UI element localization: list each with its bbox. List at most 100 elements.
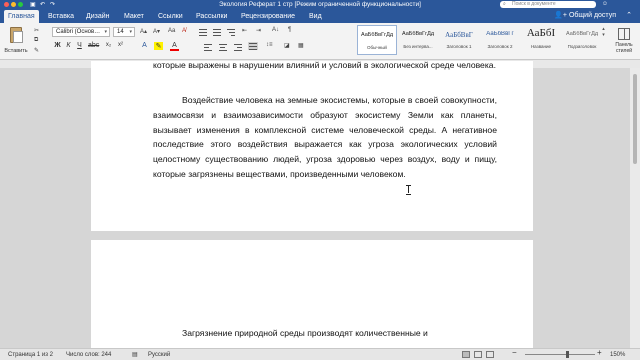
style-sample: АаБбI <box>526 27 556 39</box>
font-size-select[interactable]: 14 ▾ <box>113 27 135 37</box>
style-no-spacing[interactable]: АаБбВвГгДд Без интерва... <box>398 25 438 55</box>
styles-pane-label-line2: стилей <box>615 48 633 54</box>
text-effects-icon[interactable]: A <box>140 42 149 49</box>
zoom-slider-thumb[interactable] <box>566 351 569 358</box>
font-color-icon[interactable]: A <box>170 42 179 51</box>
font-name-value: Calibri (Основ… <box>56 29 101 35</box>
style-name: Заголовок 2 <box>487 44 513 49</box>
tab-home[interactable]: Главная <box>4 10 39 23</box>
document-area[interactable]: которые выражены в нарушении влияний и у… <box>0 60 630 360</box>
styles-pane-icon <box>618 28 630 40</box>
format-painter-icon[interactable]: ✎ <box>34 47 39 54</box>
print-layout-icon[interactable] <box>462 351 470 358</box>
document-page[interactable]: Загрязнение природной среды производят к… <box>91 240 533 360</box>
zoom-slider[interactable] <box>525 354 595 355</box>
align-left-icon[interactable] <box>203 43 213 51</box>
style-sample: АаБбВвГг <box>486 31 514 37</box>
scrollbar-thumb[interactable] <box>633 74 637 164</box>
vertical-scrollbar[interactable] <box>630 68 640 348</box>
status-bar: Страница 1 из 2 Число слов: 244 ▤ Русски… <box>0 348 640 360</box>
share-button[interactable]: 👤+ Общий доступ <box>554 11 616 21</box>
style-name: Без интерва... <box>403 44 433 49</box>
change-case-icon[interactable]: Aa <box>168 28 175 34</box>
style-normal[interactable]: АаБбВвГгДд Обычный <box>357 25 397 55</box>
search-input[interactable]: ⌕ Поиск в документе <box>500 1 596 8</box>
style-name: Обычный <box>367 45 387 50</box>
tab-mailings[interactable]: Рассылки <box>192 10 231 23</box>
font-name-select[interactable]: Calibri (Основ… ▾ <box>52 27 110 37</box>
chevron-down-icon: ▾ <box>104 29 107 35</box>
tab-design[interactable]: Дизайн <box>82 10 114 23</box>
tab-view[interactable]: Вид <box>305 10 326 23</box>
word-window: ▣ ↶ ↷ Экология Реферат 1 стр [Режим огра… <box>0 0 640 360</box>
bold-button[interactable]: Ж <box>53 42 62 49</box>
shrink-font-icon[interactable]: A▾ <box>153 28 160 35</box>
superscript-icon[interactable]: x² <box>116 42 125 48</box>
underline-button[interactable]: Ч <box>75 42 84 49</box>
document-page[interactable]: которые выражены в нарушении влияний и у… <box>91 60 533 231</box>
style-title[interactable]: АаБбI Название <box>521 25 561 55</box>
paste-label: Вставить <box>4 48 28 54</box>
clear-format-icon[interactable]: A̸ <box>182 28 186 34</box>
styles-pane-label: Панель стилей <box>610 42 638 54</box>
borders-icon[interactable]: ▦ <box>298 42 304 49</box>
text-cursor-icon <box>406 185 411 195</box>
grow-font-icon[interactable]: A▴ <box>140 28 147 35</box>
bullets-icon[interactable] <box>198 28 208 36</box>
subscript-icon[interactable]: x₂ <box>104 42 113 48</box>
italic-button[interactable]: К <box>64 42 73 49</box>
web-layout-icon[interactable] <box>474 351 482 358</box>
page-count[interactable]: Страница 1 из 2 <box>8 351 53 359</box>
sort-icon[interactable]: A↓ <box>272 27 279 33</box>
styles-gallery: АаБбВвГгДд Обычный АаБбВвГгДд Без интерв… <box>357 25 603 58</box>
tab-references[interactable]: Ссылки <box>154 10 187 23</box>
align-center-icon[interactable] <box>218 43 228 51</box>
proofing-icon[interactable]: ▤ <box>132 351 138 359</box>
paste-button[interactable]: Вставить <box>4 27 28 57</box>
outline-view-icon[interactable] <box>486 351 494 358</box>
styles-scroll[interactable]: ▴ ▾ <box>600 26 607 56</box>
tab-review[interactable]: Рецензирование <box>237 10 299 23</box>
cut-icon[interactable]: ✂ <box>34 27 39 34</box>
decrease-indent-icon[interactable]: ⇤ <box>242 27 247 34</box>
style-name: Название <box>530 44 552 49</box>
show-marks-icon[interactable]: ¶ <box>288 27 291 33</box>
increase-indent-icon[interactable]: ⇥ <box>256 27 261 34</box>
ribbon-home: Вставить ✂ ⧉ ✎ Calibri (Основ… ▾ 14 ▾ A▴… <box>0 23 640 60</box>
shading-icon[interactable]: ◪ <box>284 42 290 49</box>
word-count[interactable]: Число слов: 244 <box>66 351 111 359</box>
share-icon: 👤+ <box>554 12 569 19</box>
chevron-down-icon: ▾ <box>602 32 605 38</box>
paragraph: Воздействие человека на земные экосистем… <box>153 95 497 179</box>
font-size-value: 14 <box>117 29 124 35</box>
styles-pane-button[interactable]: Панель стилей <box>610 25 638 58</box>
style-heading-1[interactable]: АаБбВвГ Заголовок 1 <box>439 25 479 55</box>
numbering-icon[interactable] <box>212 28 222 36</box>
style-sample: АаБбВвГгДд <box>565 31 599 37</box>
style-subtitle[interactable]: АаБбВвГгДд Подзаголовок <box>562 25 602 55</box>
align-right-icon[interactable] <box>233 43 243 51</box>
zoom-in-icon[interactable]: + <box>597 349 602 357</box>
style-sample: АаБбВвГ <box>445 31 473 39</box>
line-spacing-icon[interactable]: ↕≡ <box>266 42 273 48</box>
title-bar: ▣ ↶ ↷ Экология Реферат 1 стр [Режим огра… <box>0 0 640 9</box>
chevron-down-icon: ▾ <box>129 29 132 35</box>
tab-layout[interactable]: Макет <box>120 10 148 23</box>
zoom-level[interactable]: 150% <box>610 351 625 359</box>
paragraph: Загрязнение природной среды производят к… <box>182 328 428 338</box>
strikethrough-icon[interactable]: abc <box>88 42 99 49</box>
ribbon-tabs: Главная Вставка Дизайн Макет Ссылки Расс… <box>0 9 640 23</box>
multilevel-list-icon[interactable] <box>226 28 236 36</box>
share-face-icon[interactable]: ☺ <box>602 1 608 7</box>
style-name: Заголовок 1 <box>446 44 472 49</box>
highlight-icon[interactable]: ✎ <box>154 42 163 50</box>
collapse-ribbon-icon[interactable]: ⌃ <box>626 11 632 19</box>
search-icon: ⌕ <box>503 1 506 7</box>
tab-insert[interactable]: Вставка <box>44 10 78 23</box>
copy-icon[interactable]: ⧉ <box>34 37 38 44</box>
style-heading-2[interactable]: АаБбВвГг Заголовок 2 <box>480 25 520 55</box>
zoom-out-icon[interactable]: − <box>512 349 517 357</box>
style-sample: АаБбВвГгДд <box>360 32 394 38</box>
language[interactable]: Русский <box>148 351 170 359</box>
justify-icon[interactable] <box>248 42 258 50</box>
